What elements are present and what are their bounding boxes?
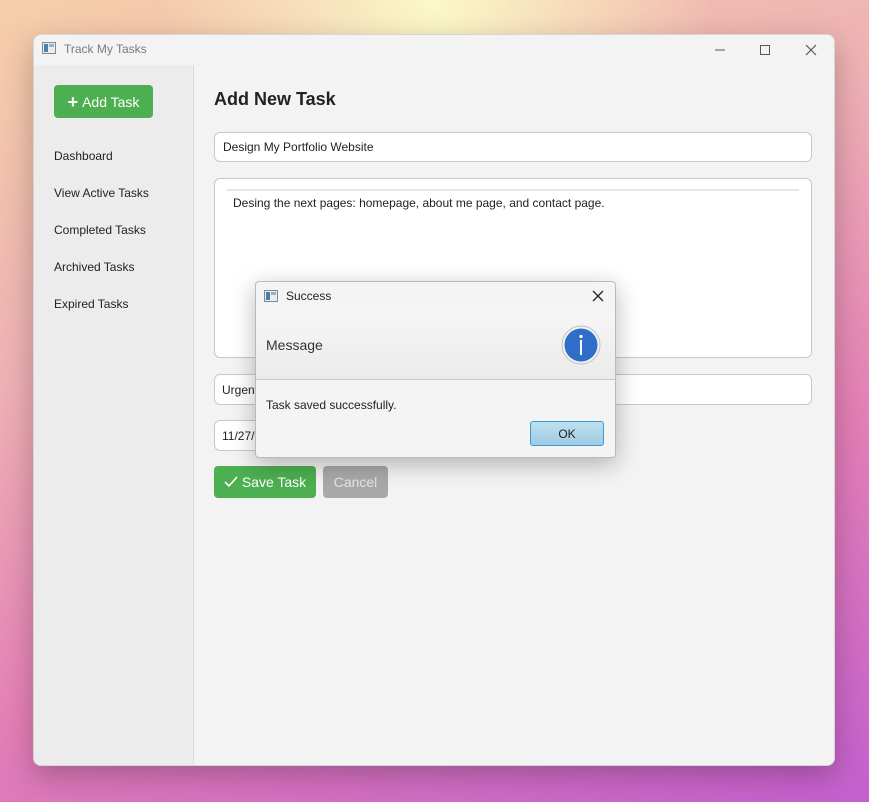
dialog-title-bar: Success [256, 282, 615, 310]
task-title-input[interactable]: Design My Portfolio Website [214, 132, 812, 162]
sidebar-item-expired-tasks[interactable]: Expired Tasks [54, 297, 128, 311]
sidebar-item-completed-tasks[interactable]: Completed Tasks [54, 223, 146, 237]
sidebar: + Add Task Dashboard View Active Tasks C… [34, 65, 194, 765]
cancel-button[interactable]: Cancel [323, 466, 388, 498]
page-title: Add New Task [214, 89, 336, 109]
textarea-divider [227, 189, 799, 191]
ok-button[interactable]: OK [530, 421, 604, 446]
sidebar-item-archived-tasks[interactable]: Archived Tasks [54, 260, 134, 274]
title-bar: Track My Tasks [34, 35, 834, 65]
window-title: Track My Tasks [64, 42, 147, 56]
plus-icon: + [67, 91, 79, 112]
dialog-header-text: Message [266, 337, 323, 353]
close-icon [805, 44, 817, 56]
dialog-title: Success [286, 289, 332, 303]
dialog-app-icon [264, 290, 278, 302]
app-icon [42, 42, 56, 54]
dialog-close-button[interactable] [587, 286, 609, 306]
info-icon [561, 325, 601, 365]
add-task-label: Add Task [82, 93, 140, 110]
task-description-text: Desing the next pages: homepage, about m… [233, 196, 605, 210]
maximize-icon [760, 45, 770, 55]
dialog-message: Task saved successfully. [266, 398, 397, 412]
close-icon [592, 290, 604, 302]
sidebar-item-view-active-tasks[interactable]: View Active Tasks [54, 186, 149, 200]
check-icon [224, 476, 238, 488]
minimize-button[interactable] [697, 35, 743, 65]
close-window-button[interactable] [788, 35, 834, 65]
success-dialog: Success Message Task saved successfully.… [255, 281, 616, 458]
dialog-header: Message [256, 310, 615, 380]
maximize-button[interactable] [742, 35, 788, 65]
save-task-button[interactable]: Save Task [214, 466, 316, 498]
save-task-label: Save Task [241, 474, 307, 490]
minimize-icon [715, 49, 725, 51]
add-task-button[interactable]: + Add Task [54, 85, 153, 118]
sidebar-item-dashboard[interactable]: Dashboard [54, 149, 113, 163]
